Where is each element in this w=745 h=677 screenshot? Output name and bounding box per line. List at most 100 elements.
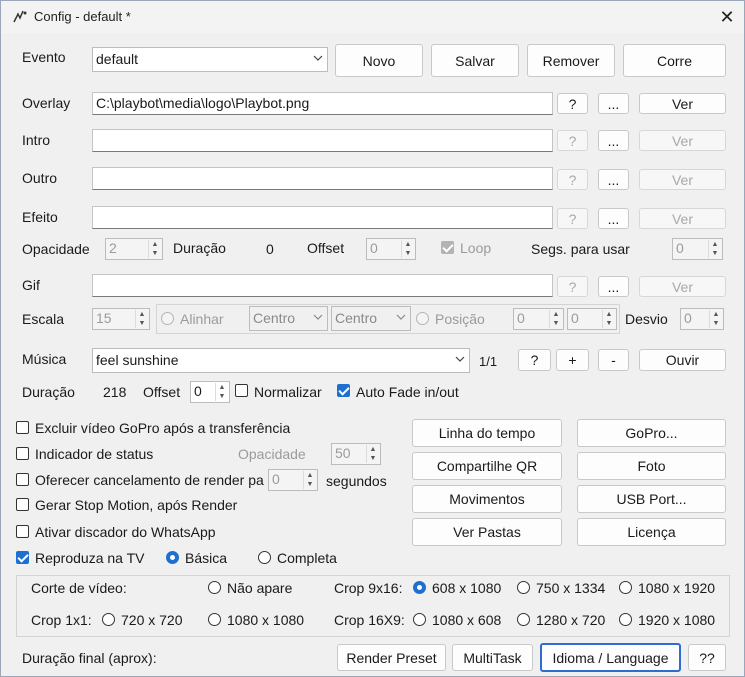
opacidade-label: Opacidade	[22, 241, 90, 257]
cancelamento-value: 0	[272, 471, 280, 487]
indicador-opacidade-spinner[interactable]: 50 ▲ ▼	[331, 443, 381, 465]
musica-add-button[interactable]: +	[556, 349, 589, 371]
outro-path-input[interactable]	[92, 167, 553, 190]
overlay-path-input[interactable]: C:\playbot\media\logo\Playbot.png	[92, 92, 553, 115]
linha-do-tempo-button[interactable]: Linha do tempo	[412, 419, 562, 447]
normalizar-checkbox[interactable]	[235, 384, 248, 397]
alinhar-radio[interactable]	[161, 312, 174, 325]
musica-select[interactable]: feel sunshine	[92, 348, 470, 373]
novo-button[interactable]: Novo	[335, 44, 423, 77]
multitask-button[interactable]: MultiTask	[452, 644, 533, 671]
corre-button[interactable]: Corre	[623, 44, 726, 77]
efeito-path-input[interactable]	[92, 206, 553, 229]
crop11-label: Crop 1x1:	[31, 612, 92, 628]
ver-pastas-button[interactable]: Ver Pastas	[412, 518, 562, 546]
posicao-radio[interactable]	[416, 312, 429, 325]
indicador-checkbox[interactable]	[16, 447, 29, 460]
spinner-arrows-icon[interactable]: ▲ ▼	[602, 310, 615, 328]
spinner-arrows-icon[interactable]: ▲ ▼	[709, 310, 722, 328]
overlay-browse-button[interactable]: ...	[598, 93, 629, 114]
opacidade-spinner[interactable]: 2 ▲ ▼	[105, 238, 163, 260]
crop11-option-2-radio[interactable]	[208, 613, 221, 626]
crop916-option-1-radio[interactable]	[413, 581, 426, 594]
align-v-select[interactable]: Centro	[331, 306, 411, 331]
gif-path-input[interactable]	[92, 274, 553, 297]
desvio-spinner[interactable]: 0 ▲ ▼	[680, 308, 724, 330]
completa-radio[interactable]	[258, 551, 271, 564]
compartilhe-qr-button[interactable]: Compartilhe QR	[412, 452, 562, 480]
intro-ver-button[interactable]: Ver	[639, 130, 726, 151]
outro-browse-button[interactable]: ...	[598, 169, 629, 190]
intro-help-button[interactable]: ?	[557, 130, 588, 151]
gif-ver-button[interactable]: Ver	[639, 276, 726, 297]
efeito-ver-button[interactable]: Ver	[639, 208, 726, 229]
musica-help-button[interactable]: ?	[518, 349, 551, 371]
remover-button[interactable]: Remover	[527, 44, 615, 77]
ouvir-button[interactable]: Ouvir	[639, 349, 726, 371]
spinner-arrows-icon[interactable]: ▲ ▼	[549, 310, 562, 328]
spinner-arrows-icon[interactable]: ▲ ▼	[148, 240, 161, 258]
gopro-button[interactable]: GoPro...	[577, 419, 726, 447]
movimentos-button[interactable]: Movimentos	[412, 485, 562, 513]
cancelamento-checkbox[interactable]	[16, 473, 29, 486]
pos-y-spinner[interactable]: 0 ▲ ▼	[567, 308, 617, 330]
offset-value: 0	[370, 240, 378, 256]
spinner-arrows-icon[interactable]: ▲ ▼	[215, 383, 228, 401]
segs-spinner[interactable]: 0 ▲ ▼	[672, 238, 723, 260]
crop169-option-3-radio[interactable]	[619, 613, 632, 626]
close-icon[interactable]: ✕	[710, 1, 744, 33]
spinner-arrows-icon[interactable]: ▲ ▼	[708, 240, 721, 258]
duracao-label: Duração	[173, 240, 226, 256]
efeito-help-button[interactable]: ?	[557, 208, 588, 229]
autofade-label: Auto Fade in/out	[356, 384, 459, 400]
gif-help-button[interactable]: ?	[557, 276, 588, 297]
spinner-arrows-icon[interactable]: ▲ ▼	[366, 445, 379, 463]
gif-browse-button[interactable]: ...	[598, 276, 629, 297]
escala-spinner[interactable]: 15 ▲ ▼	[92, 308, 150, 330]
foto-button[interactable]: Foto	[577, 452, 726, 480]
intro-browse-button[interactable]: ...	[598, 130, 629, 151]
outro-ver-button[interactable]: Ver	[639, 169, 726, 190]
musica-remove-button[interactable]: -	[598, 349, 629, 371]
crop11-option-1-label: 720 x 720	[121, 612, 183, 628]
autofade-checkbox[interactable]	[337, 384, 350, 397]
idioma-language-button[interactable]: Idioma / Language	[540, 643, 681, 672]
overlay-ver-button[interactable]: Ver	[639, 93, 726, 114]
offset-spinner[interactable]: 0 ▲ ▼	[366, 238, 416, 260]
help-button[interactable]: ??	[688, 644, 726, 671]
cancelamento-spinner[interactable]: 0 ▲ ▼	[268, 469, 318, 491]
spinner-arrows-icon[interactable]: ▲ ▼	[401, 240, 414, 258]
whatsapp-label: Ativar discador do WhatsApp	[35, 524, 216, 540]
crop169-option-2-radio[interactable]	[517, 613, 530, 626]
nao-apare-radio[interactable]	[208, 581, 221, 594]
basica-radio[interactable]	[166, 551, 179, 564]
outro-help-button[interactable]: ?	[557, 169, 588, 190]
crop916-option-3-radio[interactable]	[619, 581, 632, 594]
spinner-arrows-icon[interactable]: ▲ ▼	[303, 471, 316, 489]
music-offset-spinner[interactable]: 0 ▲ ▼	[190, 381, 230, 403]
crop169-option-1-radio[interactable]	[413, 613, 426, 626]
crop916-option-2-radio[interactable]	[517, 581, 530, 594]
align-h-select[interactable]: Centro	[249, 306, 328, 331]
evento-select[interactable]: default	[92, 47, 328, 72]
gif-label: Gif	[22, 277, 40, 293]
licenca-button[interactable]: Licença	[577, 518, 726, 546]
title-bar: Config - default * ✕	[1, 1, 744, 33]
usb-port-button[interactable]: USB Port...	[577, 485, 726, 513]
efeito-browse-button[interactable]: ...	[598, 208, 629, 229]
pos-x-spinner[interactable]: 0 ▲ ▼	[513, 308, 564, 330]
salvar-button[interactable]: Salvar	[431, 44, 519, 77]
window-title: Config - default *	[34, 9, 131, 24]
render-preset-button[interactable]: Render Preset	[337, 644, 446, 671]
crop11-option-1-radio[interactable]	[102, 613, 115, 626]
excluir-label: Excluir vídeo GoPro após a transferência	[35, 420, 291, 436]
intro-path-input[interactable]	[92, 129, 553, 152]
spinner-arrows-icon[interactable]: ▲ ▼	[135, 310, 148, 328]
excluir-checkbox[interactable]	[16, 421, 29, 434]
loop-checkbox[interactable]	[441, 241, 454, 254]
whatsapp-checkbox[interactable]	[16, 525, 29, 538]
chevron-down-icon	[313, 55, 323, 61]
reproduza-checkbox[interactable]	[16, 551, 29, 564]
overlay-help-button[interactable]: ?	[557, 93, 588, 114]
stopmotion-checkbox[interactable]	[16, 498, 29, 511]
